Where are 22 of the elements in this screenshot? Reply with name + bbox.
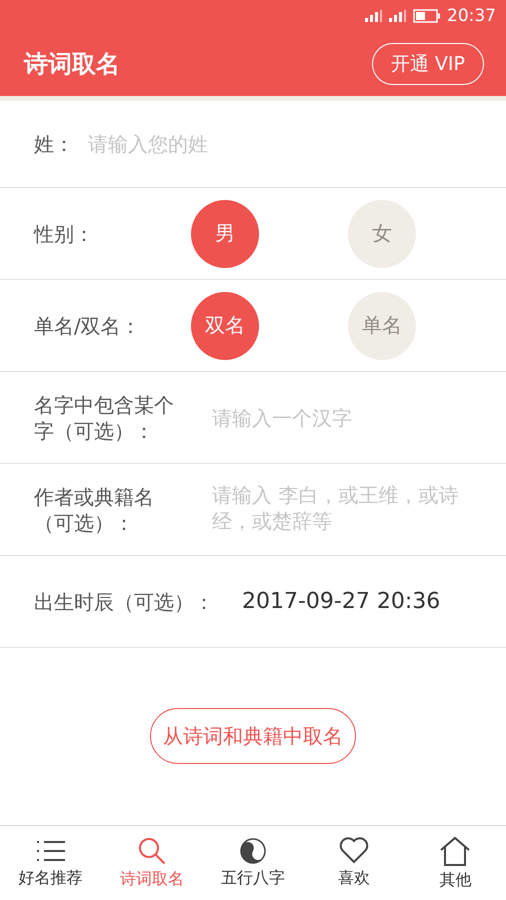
submit-button[interactable]: 从诗词和典籍中取名 — [150, 708, 356, 764]
option-button[interactable]: 单名 — [348, 292, 416, 360]
page-title: 诗词取名 — [24, 49, 120, 80]
field-label: 姓： — [34, 131, 75, 157]
vip-button[interactable]: 开通 VIP — [372, 43, 484, 85]
battery-icon — [413, 9, 441, 23]
field-label: 出生时辰（可选）： — [34, 588, 215, 614]
heart-icon — [339, 837, 370, 864]
datetime-value[interactable]: 2017-09-27 20:36 — [242, 589, 440, 614]
home-icon — [439, 836, 472, 866]
status-time: 20:37 — [447, 6, 496, 26]
signal-icon — [389, 10, 407, 22]
option-button[interactable]: 双名 — [191, 292, 259, 360]
field-label: 作者或典籍名（可选）： — [34, 484, 155, 536]
field-label: 单名/双名： — [34, 312, 142, 338]
field-label: 性别： — [34, 220, 95, 246]
signal-icon — [365, 10, 383, 22]
option-button[interactable]: 女 — [348, 200, 416, 268]
yin-yang-icon — [240, 838, 266, 864]
search-icon — [136, 836, 167, 864]
option-button[interactable]: 男 — [191, 200, 259, 268]
field-label: 名字中包含某个字（可选）： — [34, 392, 175, 444]
